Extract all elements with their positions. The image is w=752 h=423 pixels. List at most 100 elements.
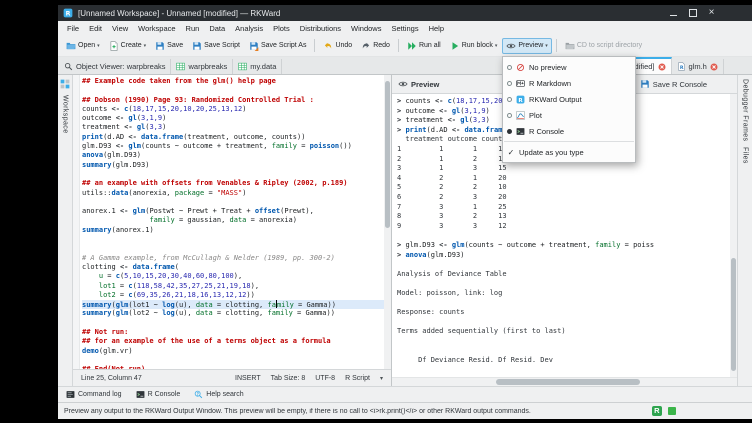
code-token: outcome: [405, 107, 439, 115]
command-log-icon: [66, 390, 75, 399]
tab-object-viewer-warpbreaks[interactable]: Object Viewer: warpbreaks: [59, 59, 171, 74]
menu-run[interactable]: Run: [181, 24, 205, 33]
console-line: [397, 260, 730, 270]
save-icon: [155, 41, 165, 51]
chevron-down-icon[interactable]: ▾: [380, 375, 383, 382]
console-hscrollbar[interactable]: [392, 377, 737, 386]
preview-pane-title: Preview: [411, 80, 439, 89]
close-button[interactable]: ×: [707, 9, 716, 18]
save-script-as-button[interactable]: Save Script As: [245, 38, 311, 54]
toolbar-button-label: Create: [121, 42, 142, 49]
minimize-button[interactable]: [669, 9, 678, 18]
menu-help[interactable]: Help: [424, 24, 449, 33]
preview-button[interactable]: Preview▾: [502, 38, 551, 54]
preview-menu-item-no-preview[interactable]: No preview: [503, 59, 635, 75]
console-line: 5 2 2 10: [397, 183, 730, 193]
save-console-button[interactable]: Save R Console: [640, 79, 707, 89]
code-token: Response: counts: [397, 308, 464, 316]
insert-mode[interactable]: INSERT: [235, 375, 261, 382]
cursor-position[interactable]: Line 25, Column 47: [81, 375, 142, 382]
preview-menu-item-r-markdown[interactable]: R Markdown: [503, 75, 635, 91]
code-line: ## an example with offsets from Venables…: [82, 179, 384, 188]
console-line: [397, 318, 730, 328]
menu-distributions[interactable]: Distributions: [295, 24, 346, 33]
console-scrollbar-thumb[interactable]: [731, 258, 736, 371]
menu-data[interactable]: Data: [204, 24, 230, 33]
code-token: "MASS": [217, 189, 242, 197]
object-viewer-icon: [64, 62, 73, 71]
statusbar-right: R: [652, 406, 676, 416]
redo-button[interactable]: Redo: [357, 38, 394, 54]
tab-glm-h[interactable]: Rglm.h: [672, 59, 724, 74]
menu-file[interactable]: File: [62, 24, 84, 33]
dropdown-arrow-icon: ▾: [545, 43, 548, 49]
code-line: family = gaussian, data = anorexia): [82, 216, 384, 225]
tab-close-icon[interactable]: [658, 63, 666, 71]
sidebar-item-debugger-frames[interactable]: Debugger Frames: [742, 79, 749, 141]
code-token: 3,3: [473, 116, 486, 124]
run-all-button[interactable]: Run all: [403, 38, 445, 54]
code-token: Terms added sequentially (first to last): [397, 327, 566, 335]
tab-close-icon[interactable]: [710, 63, 718, 71]
console-line: Df Deviance Resid. Df Resid. Dev: [397, 356, 730, 366]
preview-menu-item-rkward-output[interactable]: RRKWard Output: [503, 91, 635, 107]
tab-label: glm.h: [689, 62, 707, 71]
code-token: treatment outcome counts: [397, 135, 507, 143]
code-token: =: [297, 142, 310, 150]
console-line: > glm.D93 <- glm(counts ~ outcome + trea…: [397, 241, 730, 251]
code-token: (u),: [175, 301, 196, 309]
maximize-button[interactable]: [688, 9, 697, 18]
preview-menu-item-r-console[interactable]: R Console: [503, 123, 635, 139]
titlebar[interactable]: R [Unnamed Workspace] - Unnamed [modifie…: [58, 5, 752, 21]
code-token: gl: [452, 107, 460, 115]
console-line: > anova(glm.D93): [397, 251, 730, 261]
console-hscrollbar-thumb[interactable]: [496, 379, 641, 385]
code-token: ## an example with offsets from Venables…: [82, 179, 348, 187]
r-console-tab[interactable]: R Console: [133, 389, 184, 400]
open-button[interactable]: Open▾: [62, 38, 104, 54]
sidebar-item-files[interactable]: Files: [742, 147, 749, 164]
code-token: (d.AD: [427, 126, 452, 134]
code-token: anorex.1: [82, 207, 120, 215]
code-token: <-: [116, 114, 129, 122]
menu-analysis[interactable]: Analysis: [230, 24, 268, 33]
create-button[interactable]: Create▾: [105, 38, 151, 54]
tab-my-data[interactable]: my.data: [233, 59, 282, 74]
menu-item-label: Plot: [529, 111, 542, 120]
preview-menu-item-update-as-you-type[interactable]: ✓Update as you type: [503, 144, 635, 160]
code-area[interactable]: ## Example code taken from the glm() hel…: [80, 75, 384, 369]
menu-workspace[interactable]: Workspace: [133, 24, 180, 33]
code-token: (glm.D93): [103, 151, 141, 159]
code-token: print: [82, 133, 103, 141]
console-scrollbar[interactable]: [730, 94, 737, 377]
command-log-tab[interactable]: Command log: [63, 389, 125, 400]
menu-plots[interactable]: Plots: [268, 24, 295, 33]
encoding[interactable]: UTF-8: [315, 375, 335, 382]
menu-view[interactable]: View: [107, 24, 133, 33]
preview-menu-item-plot[interactable]: Plot: [503, 107, 635, 123]
code-token: treatment: [405, 116, 447, 124]
sidebar-item-workspace[interactable]: Workspace: [62, 95, 69, 133]
save-script-button[interactable]: Save Script: [188, 38, 244, 54]
tab-warpbreaks[interactable]: warpbreaks: [171, 59, 233, 74]
code-token: data: [230, 216, 247, 224]
help-search-tab[interactable]: ?Help search: [191, 389, 246, 400]
code-token: ),: [234, 272, 242, 280]
cd-to-script-directory-button[interactable]: CD to script directory: [561, 38, 646, 54]
code-token: # A Gamma example, from McCullagh & Neld…: [82, 254, 335, 262]
code-line: treatment <- gl(3,3): [82, 123, 384, 132]
folder-open-icon: [66, 41, 76, 51]
run-block-button[interactable]: Run block▾: [446, 38, 502, 54]
menu-item-label: R Console: [529, 127, 564, 136]
save-button[interactable]: Save: [151, 38, 187, 54]
undo-button[interactable]: Undo: [319, 38, 356, 54]
tab-size[interactable]: Tab Size: 8: [271, 375, 306, 382]
menu-edit[interactable]: Edit: [84, 24, 107, 33]
menu-windows[interactable]: Windows: [346, 24, 386, 33]
code-token: = Gamma)): [293, 309, 335, 317]
editor-scrollbar-thumb[interactable]: [385, 81, 390, 228]
menu-settings[interactable]: Settings: [386, 24, 423, 33]
code-line: summary(glm(lot2 ~ log(u), data = clotti…: [82, 309, 384, 318]
filetype[interactable]: R Script: [345, 375, 370, 382]
editor-scrollbar[interactable]: [384, 75, 391, 369]
